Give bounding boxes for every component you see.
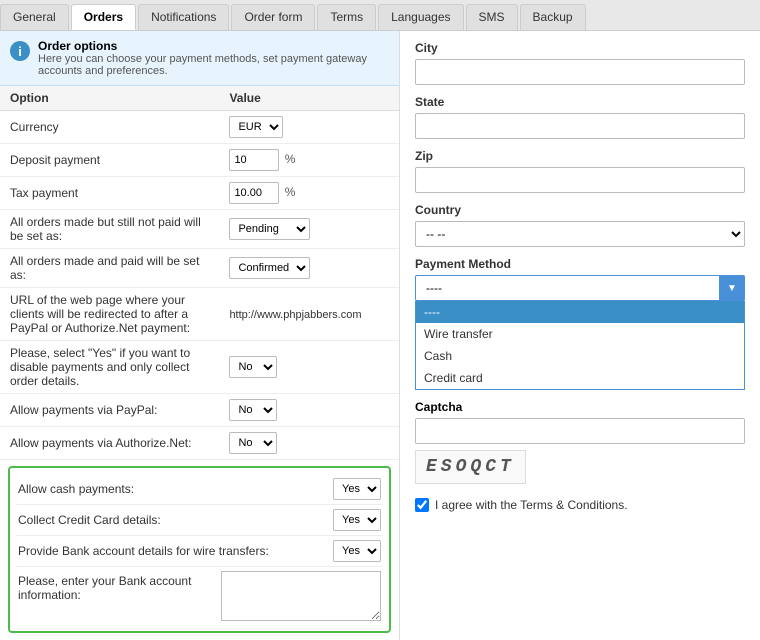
tax-unit: %	[285, 185, 296, 199]
table-row: Allow payments via Authorize.Net: YesNo	[0, 427, 399, 460]
table-row: URL of the web page where your clients w…	[0, 288, 399, 341]
cash-payments-select[interactable]: YesNo	[333, 478, 381, 500]
state-label: State	[415, 95, 745, 109]
row-value: PendingConfirmedCancelled	[219, 210, 399, 249]
paypal-select[interactable]: YesNo	[229, 399, 277, 421]
paid-status-select[interactable]: PendingConfirmedCancelled	[229, 257, 310, 279]
country-select[interactable]: -- --	[415, 221, 745, 247]
tax-input[interactable]	[229, 182, 279, 204]
row-value: http://www.phpjabbers.com	[219, 288, 399, 341]
zip-group: Zip	[415, 149, 745, 193]
col-value: Value	[219, 86, 399, 111]
wire-transfer-label: Provide Bank account details for wire tr…	[18, 544, 333, 558]
bank-info-textarea[interactable]	[221, 571, 381, 621]
payment-option-credit[interactable]: Credit card	[416, 367, 744, 389]
highlight-section: Allow cash payments: YesNo Collect Credi…	[8, 466, 391, 633]
deposit-input[interactable]	[229, 149, 279, 171]
country-group: Country -- --	[415, 203, 745, 247]
row-value: %	[219, 177, 399, 210]
table-row: All orders made and paid will be set as:…	[0, 249, 399, 288]
info-icon: i	[10, 41, 30, 61]
row-label: Please, select "Yes" if you want to disa…	[0, 341, 219, 394]
tab-orders[interactable]: Orders	[71, 4, 136, 30]
info-box-subtitle: Here you can choose your payment methods…	[38, 53, 389, 77]
city-input[interactable]	[415, 59, 745, 85]
tab-general[interactable]: General	[0, 4, 69, 30]
tab-sms[interactable]: SMS	[466, 4, 518, 30]
row-value: PendingConfirmedCancelled	[219, 249, 399, 288]
captcha-section: Captcha ESOQCT	[415, 400, 745, 484]
credit-card-row: Collect Credit Card details: YesNo	[16, 505, 383, 536]
col-option: Option	[0, 86, 219, 111]
zip-input[interactable]	[415, 167, 745, 193]
tabs-bar: General Orders Notifications Order form …	[0, 0, 760, 31]
payment-dropdown-list: ---- Wire transfer Cash Credit card	[415, 301, 745, 390]
row-value: %	[219, 144, 399, 177]
payment-option-cash[interactable]: Cash	[416, 345, 744, 367]
options-table: Option Value Currency EURUSDGBP Deposit	[0, 86, 399, 460]
row-label: Allow payments via Authorize.Net:	[0, 427, 219, 460]
terms-checkbox[interactable]	[415, 498, 429, 512]
row-label: Tax payment	[0, 177, 219, 210]
cash-payments-row: Allow cash payments: YesNo	[16, 474, 383, 505]
row-value: YesNo	[219, 341, 399, 394]
bank-info-row: Please, enter your Bank account informat…	[16, 567, 383, 625]
table-row: Currency EURUSDGBP	[0, 111, 399, 144]
tab-backup[interactable]: Backup	[520, 4, 586, 30]
row-label: All orders made but still not paid will …	[0, 210, 219, 249]
row-value: YesNo	[219, 394, 399, 427]
payment-method-group: Payment Method ---- ▼ ---- Wire transfer…	[415, 257, 745, 390]
credit-card-select[interactable]: YesNo	[333, 509, 381, 531]
cash-payments-label: Allow cash payments:	[18, 482, 333, 496]
payment-dropdown-container: ---- ▼	[415, 275, 745, 301]
right-panel: City State Zip Country -- -- Payment Met…	[400, 31, 760, 640]
left-panel: i Order options Here you can choose your…	[0, 31, 400, 640]
table-row: Tax payment %	[0, 177, 399, 210]
bank-info-label: Please, enter your Bank account informat…	[18, 574, 221, 602]
row-value: YesNo	[219, 427, 399, 460]
table-row: Allow payments via PayPal: YesNo	[0, 394, 399, 427]
info-box: i Order options Here you can choose your…	[0, 31, 399, 86]
tab-order-form[interactable]: Order form	[231, 4, 315, 30]
tab-terms[interactable]: Terms	[317, 4, 376, 30]
terms-text: I agree with the Terms & Conditions.	[435, 498, 628, 512]
tab-notifications[interactable]: Notifications	[138, 4, 229, 30]
state-group: State	[415, 95, 745, 139]
table-row: All orders made but still not paid will …	[0, 210, 399, 249]
captcha-label: Captcha	[415, 400, 745, 414]
payment-option-wire[interactable]: Wire transfer	[416, 323, 744, 345]
currency-select[interactable]: EURUSDGBP	[229, 116, 283, 138]
info-text: Order options Here you can choose your p…	[38, 39, 389, 77]
payment-method-label: Payment Method	[415, 257, 745, 271]
captcha-image: ESOQCT	[415, 450, 526, 484]
row-label: URL of the web page where your clients w…	[0, 288, 219, 341]
country-label: Country	[415, 203, 745, 217]
info-box-title: Order options	[38, 39, 389, 53]
credit-card-label: Collect Credit Card details:	[18, 513, 333, 527]
unpaid-status-select[interactable]: PendingConfirmedCancelled	[229, 218, 310, 240]
table-row: Please, select "Yes" if you want to disa…	[0, 341, 399, 394]
deposit-unit: %	[285, 152, 296, 166]
row-value: EURUSDGBP	[219, 111, 399, 144]
row-label: Deposit payment	[0, 144, 219, 177]
row-label: All orders made and paid will be set as:	[0, 249, 219, 288]
table-row: Deposit payment %	[0, 144, 399, 177]
row-label: Allow payments via PayPal:	[0, 394, 219, 427]
authorizenet-select[interactable]: YesNo	[229, 432, 277, 454]
payment-option-blank[interactable]: ----	[416, 301, 744, 323]
state-input[interactable]	[415, 113, 745, 139]
disable-payments-select[interactable]: YesNo	[229, 356, 277, 378]
redirect-url: http://www.phpjabbers.com	[229, 309, 361, 321]
zip-label: Zip	[415, 149, 745, 163]
tab-languages[interactable]: Languages	[378, 4, 463, 30]
main-content: i Order options Here you can choose your…	[0, 31, 760, 640]
row-label: Currency	[0, 111, 219, 144]
city-label: City	[415, 41, 745, 55]
payment-method-select[interactable]: ----	[415, 275, 745, 301]
wire-transfer-row: Provide Bank account details for wire tr…	[16, 536, 383, 567]
captcha-input[interactable]	[415, 418, 745, 444]
city-group: City	[415, 41, 745, 85]
terms-row: I agree with the Terms & Conditions.	[415, 498, 745, 512]
wire-transfer-select[interactable]: YesNo	[333, 540, 381, 562]
